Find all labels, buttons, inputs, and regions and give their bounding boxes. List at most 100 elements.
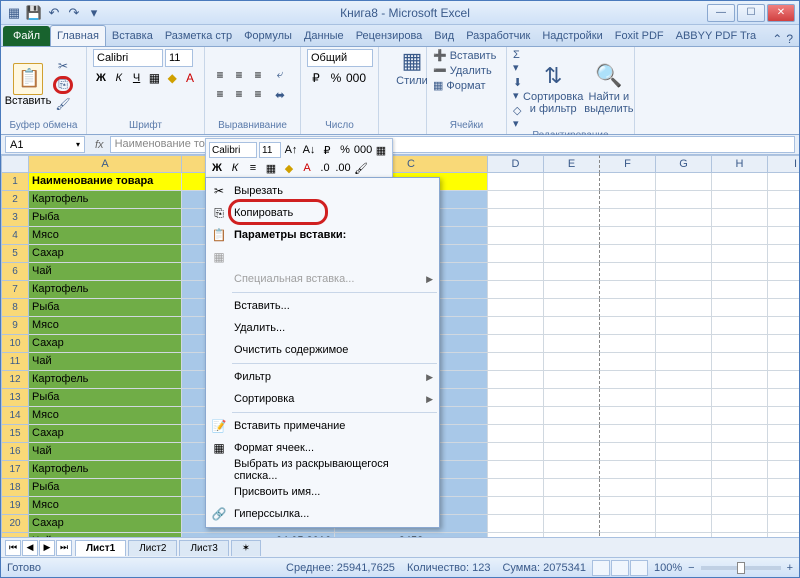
- cell-e18[interactable]: [544, 479, 600, 497]
- sheet-nav-prev[interactable]: ◀: [22, 540, 38, 556]
- row-header[interactable]: 9: [1, 317, 29, 335]
- cm-paste-values[interactable]: ▦: [206, 246, 439, 268]
- cell-f3[interactable]: [600, 209, 656, 227]
- zoom-slider[interactable]: [701, 566, 781, 570]
- cell-a16[interactable]: Чай: [29, 443, 182, 461]
- tab-home[interactable]: Главная: [50, 25, 106, 46]
- cell-d16[interactable]: [488, 443, 544, 461]
- sheet-nav-last[interactable]: ⏭: [56, 540, 72, 556]
- cell-f5[interactable]: [600, 245, 656, 263]
- select-all-corner[interactable]: [1, 155, 29, 173]
- row-header[interactable]: 4: [1, 227, 29, 245]
- cell-h9[interactable]: [712, 317, 768, 335]
- cell-d10[interactable]: [488, 335, 544, 353]
- cell-a18[interactable]: Рыба: [29, 479, 182, 497]
- col-header-f[interactable]: F: [600, 155, 656, 173]
- cm-sort[interactable]: Сортировка▶: [206, 388, 439, 410]
- cell-g2[interactable]: [656, 191, 712, 209]
- italic-button[interactable]: К: [111, 69, 127, 87]
- mini-align-icon[interactable]: ≡: [245, 160, 261, 176]
- cell-i9[interactable]: [768, 317, 799, 335]
- cell-d8[interactable]: [488, 299, 544, 317]
- cm-paste-special[interactable]: Специальная вставка...▶: [206, 268, 439, 290]
- row-header[interactable]: 12: [1, 371, 29, 389]
- row-header[interactable]: 1: [1, 173, 29, 191]
- align-top-button[interactable]: ≡: [211, 66, 229, 84]
- cell-e3[interactable]: [544, 209, 600, 227]
- border-button[interactable]: ▦: [146, 69, 162, 87]
- row-header[interactable]: 20: [1, 515, 29, 533]
- cell-e15[interactable]: [544, 425, 600, 443]
- col-header-e[interactable]: E: [544, 155, 600, 173]
- cell-d20[interactable]: [488, 515, 544, 533]
- number-format-select[interactable]: [307, 49, 373, 67]
- cell-h20[interactable]: [712, 515, 768, 533]
- cell-g4[interactable]: [656, 227, 712, 245]
- cell-d11[interactable]: [488, 353, 544, 371]
- cm-name[interactable]: Присвоить имя...: [206, 481, 439, 503]
- cell-d5[interactable]: [488, 245, 544, 263]
- sheet-nav-next[interactable]: ▶: [39, 540, 55, 556]
- cell-e8[interactable]: [544, 299, 600, 317]
- cell-g5[interactable]: [656, 245, 712, 263]
- tab-file[interactable]: Файл: [3, 26, 50, 46]
- cell-e16[interactable]: [544, 443, 600, 461]
- sheet-nav-first[interactable]: ⏮: [5, 540, 21, 556]
- cell-i13[interactable]: [768, 389, 799, 407]
- cell-b21[interactable]: 04.05.2016: [182, 533, 335, 537]
- cell-g20[interactable]: [656, 515, 712, 533]
- cell-a2[interactable]: Картофель: [29, 191, 182, 209]
- cell-h8[interactable]: [712, 299, 768, 317]
- cell-g11[interactable]: [656, 353, 712, 371]
- cell-e2[interactable]: [544, 191, 600, 209]
- cell-g13[interactable]: [656, 389, 712, 407]
- cell-i10[interactable]: [768, 335, 799, 353]
- cell-i15[interactable]: [768, 425, 799, 443]
- tab-foxit[interactable]: Foxit PDF: [609, 26, 670, 46]
- cell-a6[interactable]: Чай: [29, 263, 182, 281]
- fill-button[interactable]: ⬇ ▾: [513, 76, 522, 102]
- cell-f12[interactable]: [600, 371, 656, 389]
- cell-d15[interactable]: [488, 425, 544, 443]
- format-painter-icon[interactable]: 🖌: [53, 95, 73, 113]
- mini-border-icon[interactable]: ▦: [263, 160, 279, 176]
- row-header[interactable]: 7: [1, 281, 29, 299]
- cell-a12[interactable]: Картофель: [29, 371, 182, 389]
- cell-f2[interactable]: [600, 191, 656, 209]
- qat-more-icon[interactable]: ▾: [85, 4, 103, 22]
- col-header-h[interactable]: H: [712, 155, 768, 173]
- fx-icon[interactable]: fx: [89, 139, 110, 151]
- mini-currency-icon[interactable]: ₽: [319, 142, 335, 158]
- cell-i5[interactable]: [768, 245, 799, 263]
- row-header[interactable]: 11: [1, 353, 29, 371]
- merge-button[interactable]: ⬌: [271, 86, 289, 104]
- mini-italic-icon[interactable]: К: [227, 160, 243, 176]
- cell-i16[interactable]: [768, 443, 799, 461]
- align-center-button[interactable]: ≡: [230, 85, 248, 103]
- mini-dec-dec-icon[interactable]: .00: [335, 160, 351, 176]
- cell-h5[interactable]: [712, 245, 768, 263]
- row-header[interactable]: 18: [1, 479, 29, 497]
- cell-g6[interactable]: [656, 263, 712, 281]
- col-header-a[interactable]: A: [29, 155, 182, 173]
- cell-h6[interactable]: [712, 263, 768, 281]
- cell-a14[interactable]: Мясо: [29, 407, 182, 425]
- save-icon[interactable]: 💾: [25, 4, 43, 22]
- cell-g21[interactable]: [656, 533, 712, 537]
- tab-review[interactable]: Рецензирова: [350, 26, 429, 46]
- format-cells-button[interactable]: ▦ Формат: [433, 79, 500, 92]
- cell-h15[interactable]: [712, 425, 768, 443]
- cell-e20[interactable]: [544, 515, 600, 533]
- mini-fontcolor-icon[interactable]: A: [299, 160, 315, 176]
- cut-icon[interactable]: ✂: [53, 57, 73, 75]
- cell-g9[interactable]: [656, 317, 712, 335]
- cell-d13[interactable]: [488, 389, 544, 407]
- cell-d6[interactable]: [488, 263, 544, 281]
- zoom-out-button[interactable]: −: [688, 562, 694, 574]
- cell-i7[interactable]: [768, 281, 799, 299]
- autosum-button[interactable]: Σ ▾: [513, 49, 522, 74]
- cell-e10[interactable]: [544, 335, 600, 353]
- bold-button[interactable]: Ж: [93, 69, 109, 87]
- cell-g8[interactable]: [656, 299, 712, 317]
- cell-e5[interactable]: [544, 245, 600, 263]
